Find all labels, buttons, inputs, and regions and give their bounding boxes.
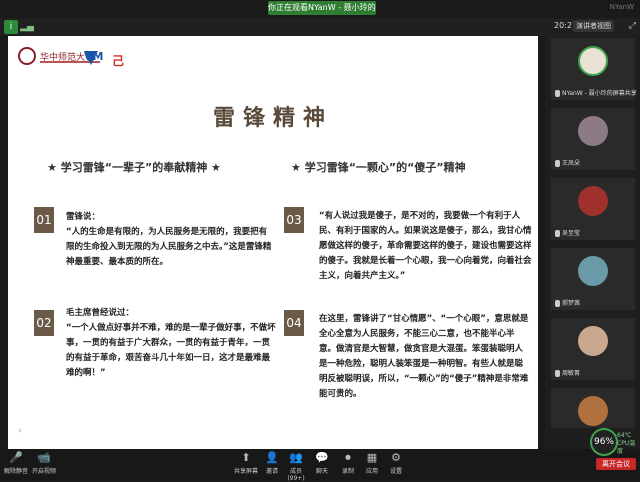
chat-label: 聊天 [315, 468, 328, 475]
view-mode-button[interactable]: 演讲者视图 [573, 20, 614, 32]
cpu-temp: 64℃ [617, 432, 632, 439]
fullscreen-icon[interactable]: ⤢ [629, 21, 636, 31]
meeting-subbar: i ▂▄ 20:27 演讲者视图 ⤢ [0, 18, 640, 36]
apps-icon: ▦ [366, 451, 378, 464]
vm-logo-text: VM [84, 50, 104, 63]
share-screen-label: 共享屏幕 [233, 468, 258, 475]
mic-icon [555, 370, 560, 377]
meeting-toolbar: 🎤 解除静音 📹 开启视频 ⬆ 共享屏幕 👤 邀请 👥 成员(99+) 💬 聊天 ⏺ 录制 ▦… [0, 449, 640, 482]
chat-icon: 💬 [315, 451, 329, 464]
mic-icon [555, 300, 560, 307]
participant-name-text: 王凤朵 [562, 160, 581, 167]
cpu-gauge: 96% [590, 428, 618, 456]
unmute-label: 解除静音 [3, 468, 28, 475]
participant-name-text: 郝梦茜 [562, 300, 581, 307]
participant-tile[interactable]: 周敏菁 [551, 318, 635, 380]
camera-icon: 📹 [37, 451, 51, 464]
mic-icon [555, 90, 560, 97]
microphone-icon: 🎤 [9, 451, 23, 464]
signal-icon[interactable]: ▂▄ [20, 20, 34, 34]
gear-icon: ⚙ [391, 451, 401, 464]
start-video-button[interactable]: 📹 开启视频 [30, 451, 58, 475]
left-column-heading: ★ 学习雷锋“一辈子”的奉献精神 ★ [47, 161, 221, 174]
participant-tile[interactable]: 吴至莹 [551, 178, 635, 240]
apps-label: 应用 [365, 468, 378, 475]
right-column-heading: ★ 学习雷锋“一颗心”的“傻子”精神 [291, 161, 466, 174]
participant-name: 王凤朵 [555, 158, 580, 167]
item-text-03: “有人说过我是傻子，是不对的，我要做一个有利于人民、有利于国家的人。如果说这是傻… [319, 211, 532, 281]
members-button[interactable]: 👥 成员(99+) [282, 451, 310, 482]
item-number-02: 02 [34, 310, 54, 336]
participant-name: NYanW - 聂小玲的屏幕共享 [555, 88, 637, 97]
info-icon[interactable]: i [4, 20, 18, 34]
shared-slide: 华中师范大学 VM 己 雷锋精神 ★ 学习雷锋“一辈子”的奉献精神 ★ ★ 学习… [8, 36, 538, 449]
participant-name: 郝梦茜 [555, 298, 580, 307]
mic-icon [555, 230, 560, 237]
cpu-label: 64℃ CPU温度 [617, 432, 640, 456]
top-banner: 你正在观看NYanW - 聂小玲的屏幕 NYanW [0, 0, 640, 18]
share-screen-button[interactable]: ⬆ 共享屏幕 [232, 451, 260, 475]
participant-name-text: NYanW - 聂小玲的屏幕共享 [562, 90, 637, 97]
leave-meeting-button[interactable]: 离开会议 [596, 458, 636, 470]
item-number-04: 04 [284, 310, 304, 336]
cpu-temp-label: CPU温度 [617, 440, 636, 455]
collapse-arrow-icon[interactable]: ‹ [18, 426, 22, 436]
start-video-label: 开启视频 [31, 468, 56, 475]
avatar [578, 326, 608, 356]
participant-name: 周敏菁 [555, 368, 580, 377]
participant-name-text: 吴至莹 [562, 230, 581, 237]
slide-title: 雷锋精神 [212, 105, 333, 131]
unmute-button[interactable]: 🎤 解除静音 [2, 451, 30, 475]
members-icon: 👥 [289, 451, 303, 464]
item-text-01: 雷锋说： “人的生命是有限的，为人民服务是无限的，我要把有限的生命投入到无限的为… [66, 212, 272, 267]
red-logo-mark: 己 [112, 54, 125, 68]
invite-icon: 👤 [265, 451, 279, 464]
top-right-label: NYanW [609, 3, 634, 11]
mic-icon [555, 160, 560, 167]
participant-name: 吴至莹 [555, 228, 580, 237]
avatar [578, 46, 608, 76]
chat-button[interactable]: 💬 聊天 [308, 451, 336, 475]
participant-sidebar: NYanW - 聂小玲的屏幕共享 王凤朵 吴至莹 郝梦茜 周敏菁 [545, 36, 640, 449]
item-text-04: 在这里，雷锋讲了“甘心情愿”、“一个心眼”，意思就是全心全意为人民服务，不能三心… [319, 314, 529, 399]
avatar [578, 396, 608, 426]
sharing-indicator[interactable]: 你正在观看NYanW - 聂小玲的屏幕 [268, 1, 376, 15]
share-icon: ⬆ [241, 451, 251, 464]
avatar [578, 256, 608, 286]
participant-tile[interactable]: 王凤朵 [551, 108, 635, 170]
participant-name-text: 周敏菁 [562, 370, 581, 377]
seal-icon [18, 47, 36, 65]
invite-label: 邀请 [265, 468, 278, 475]
record-icon: ⏺ [345, 451, 351, 464]
settings-button[interactable]: ⚙ 设置 [382, 451, 410, 475]
avatar [578, 116, 608, 146]
item-number-03: 03 [284, 207, 304, 233]
settings-label: 设置 [389, 468, 402, 475]
avatar [578, 186, 608, 216]
item-text-02: 毛主席曾经说过： “一个人做点好事并不难，难的是一辈子做好事，不做坏事，一贯的有… [66, 308, 276, 378]
participant-tile[interactable] [551, 388, 635, 428]
participant-tile[interactable]: NYanW - 聂小玲的屏幕共享 [551, 38, 637, 100]
participant-tile[interactable]: 郝梦茜 [551, 248, 635, 310]
item-number-01: 01 [34, 207, 54, 233]
record-label: 录制 [341, 468, 354, 475]
